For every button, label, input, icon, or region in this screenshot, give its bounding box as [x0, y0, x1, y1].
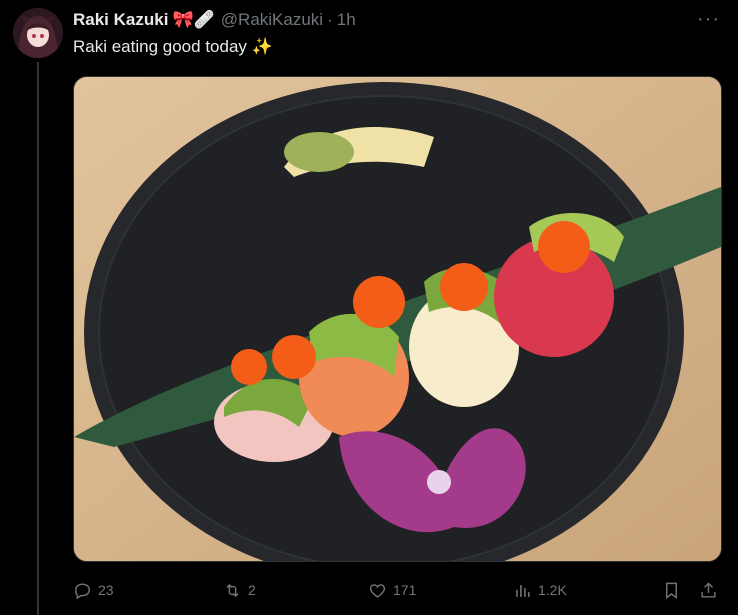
more-options-icon[interactable]: ··· [697, 8, 720, 31]
share-button[interactable] [699, 577, 724, 603]
share-icon [701, 581, 716, 598]
like-icon [369, 583, 386, 598]
reply-count: 23 [98, 582, 114, 598]
author-name[interactable]: Raki Kazuki [73, 10, 168, 30]
separator: · [327, 10, 333, 29]
repost-count: 2 [248, 582, 256, 598]
author-handle[interactable]: @RakiKazuki [221, 10, 323, 30]
reply-icon [75, 582, 90, 599]
repost-icon [226, 583, 239, 597]
thread-line [37, 62, 39, 615]
tweet-image[interactable] [73, 76, 722, 562]
tweet-header: Raki Kazuki 🎀🩹 @RakiKazuki · 1h [73, 9, 356, 31]
like-button[interactable]: 171 [368, 577, 416, 603]
views-count: 1.2K [538, 582, 567, 598]
tweet-text: Raki eating good today ✨ [73, 37, 273, 56]
views-icon [516, 584, 530, 597]
like-count: 171 [393, 582, 417, 598]
avatar-illustration [13, 8, 63, 58]
views-button[interactable]: 1.2K [513, 577, 567, 603]
avatar[interactable] [13, 8, 63, 58]
repost-button[interactable]: 2 [223, 577, 256, 603]
sushi-photo [74, 77, 721, 561]
tweet-actions: 23 2 171 1.2K [73, 577, 723, 603]
reply-button[interactable]: 23 [73, 577, 114, 603]
bookmark-icon [666, 582, 677, 599]
author-emojis: 🎀🩹 [172, 10, 215, 29]
bookmark-button[interactable] [662, 577, 687, 603]
timestamp[interactable]: 1h [337, 10, 356, 30]
